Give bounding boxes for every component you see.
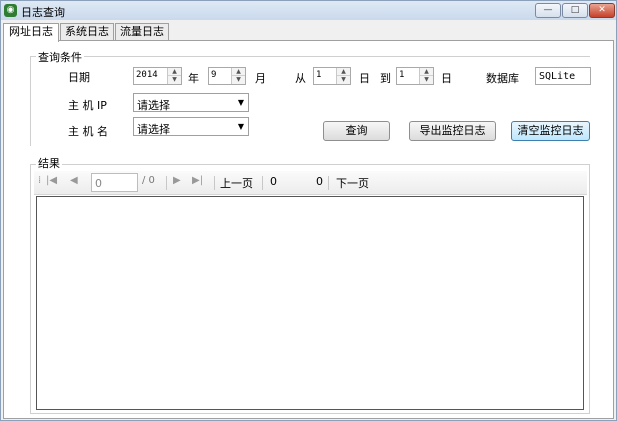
month-unit: 月 (255, 72, 266, 85)
database-field[interactable]: SQLite (535, 67, 591, 85)
host-name-select[interactable]: 请选择 ▼ (133, 117, 249, 136)
year-spinner[interactable]: 2014 ▲ ▼ (133, 67, 182, 85)
year-spin-arrows[interactable]: ▲ ▼ (167, 68, 181, 84)
spin-up-icon[interactable]: ▲ (232, 68, 245, 76)
app-icon: ◉ (4, 4, 17, 17)
tab-url-log[interactable]: 网址日志 (3, 23, 59, 42)
day-to-spinner[interactable]: 1 ▲ ▼ (396, 67, 434, 85)
from-label: 从 (295, 72, 306, 85)
host-name-selected: 请选择 (137, 123, 170, 136)
toolbar-separator (214, 176, 215, 190)
prev-page-button[interactable]: 上一页 (220, 175, 253, 191)
previous-page-icon[interactable]: ◀ (70, 175, 78, 186)
day-to-value: 1 (399, 70, 405, 80)
spin-up-icon[interactable]: ▲ (337, 68, 350, 76)
toolbar-separator (328, 176, 329, 190)
maximize-button[interactable]: □ (562, 3, 588, 18)
month-spinner[interactable]: 9 ▲ ▼ (208, 67, 246, 85)
main-window: ◉ 日志查询 — □ ✕ 网址日志 系统日志 流量日志 查询条件 日期 2014… (0, 0, 617, 421)
pager-toolbar: ⁞ |◀ ◀ 0 / 0 ▶ ▶| 上一页 0 0 下一页 (34, 171, 587, 195)
host-ip-label: 主 机 IP (68, 99, 107, 112)
spin-up-icon[interactable]: ▲ (420, 68, 433, 76)
spin-down-icon[interactable]: ▼ (168, 76, 181, 84)
day-from-value: 1 (316, 70, 322, 80)
results-grid[interactable] (36, 196, 584, 410)
page-input[interactable]: 0 (91, 173, 138, 192)
month-value: 9 (211, 70, 217, 80)
window-title: 日志查询 (21, 6, 65, 19)
day-unit-1: 日 (359, 72, 370, 85)
host-ip-select[interactable]: 请选择 ▼ (133, 93, 249, 112)
toolbar-separator (166, 176, 167, 190)
chevron-down-icon[interactable]: ▼ (238, 122, 244, 131)
chevron-down-icon[interactable]: ▼ (238, 98, 244, 107)
database-value: SQLite (539, 71, 576, 82)
title-bar[interactable]: ◉ 日志查询 — □ ✕ (1, 1, 616, 20)
year-unit: 年 (188, 72, 199, 85)
export-log-button[interactable]: 导出监控日志 (409, 121, 496, 141)
day-from-spinner[interactable]: 1 ▲ ▼ (313, 67, 351, 85)
next-page-button[interactable]: 下一页 (336, 175, 369, 191)
query-group-title: 查询条件 (36, 49, 84, 65)
last-page-icon[interactable]: ▶| (192, 175, 203, 186)
day-from-spin-arrows[interactable]: ▲ ▼ (336, 68, 350, 84)
grip-icon: ⁞ (38, 175, 42, 186)
next-page-icon[interactable]: ▶ (173, 175, 181, 186)
query-button[interactable]: 查询 (323, 121, 390, 141)
toolbar-separator (262, 176, 263, 190)
month-spin-arrows[interactable]: ▲ ▼ (231, 68, 245, 84)
host-name-label: 主 机 名 (68, 125, 108, 138)
count-b: 0 (316, 175, 323, 188)
tab-system-log[interactable]: 系统日志 (60, 23, 114, 41)
page-input-value: 0 (95, 177, 102, 190)
database-label: 数据库 (486, 72, 519, 85)
results-group-title: 结果 (36, 155, 62, 171)
to-label: 到 (380, 72, 391, 85)
close-button[interactable]: ✕ (589, 3, 615, 18)
day-unit-2: 日 (441, 72, 452, 85)
minimize-button[interactable]: — (535, 3, 561, 18)
clear-log-button[interactable]: 清空监控日志 (511, 121, 590, 141)
tab-traffic-log[interactable]: 流量日志 (115, 23, 169, 41)
spin-down-icon[interactable]: ▼ (337, 76, 350, 84)
day-to-spin-arrows[interactable]: ▲ ▼ (419, 68, 433, 84)
count-a: 0 (270, 175, 277, 188)
year-value: 2014 (136, 70, 158, 80)
date-label: 日期 (68, 71, 90, 84)
spin-down-icon[interactable]: ▼ (420, 76, 433, 84)
host-ip-selected: 请选择 (137, 99, 170, 112)
first-page-icon[interactable]: |◀ (46, 175, 57, 186)
spin-up-icon[interactable]: ▲ (168, 68, 181, 76)
spin-down-icon[interactable]: ▼ (232, 76, 245, 84)
page-total: / 0 (142, 175, 155, 186)
